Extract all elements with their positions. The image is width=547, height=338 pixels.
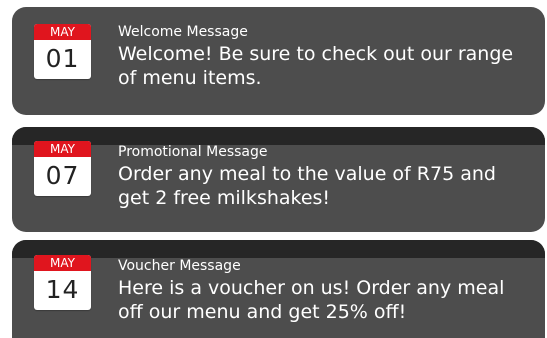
date-month: MAY [34, 24, 91, 40]
message-body: Here is a voucher on us! Order any meal … [118, 277, 505, 323]
date-month: MAY [34, 255, 91, 271]
date-day: 01 [45, 44, 80, 73]
message-card-promotional[interactable]: MAY 07 Promotional Message Order any mea… [12, 127, 545, 232]
message-body: Welcome! Be sure to check out our range … [118, 43, 514, 89]
date-badge: MAY 01 [34, 24, 91, 79]
message-title: Promotional Message [118, 144, 268, 160]
message-card-voucher[interactable]: MAY 14 Voucher Message Here is a voucher… [12, 240, 545, 338]
message-title: Voucher Message [118, 258, 241, 274]
message-content: Promotional Message Order any meal to th… [118, 143, 533, 210]
card-header-strip [12, 240, 545, 258]
date-badge: MAY 14 [34, 255, 91, 310]
date-badge: MAY 07 [34, 141, 91, 196]
message-content: Welcome Message Welcome! Be sure to chec… [118, 23, 533, 90]
message-list: MAY 01 Welcome Message Welcome! Be sure … [0, 0, 547, 338]
message-body: Order any meal to the value of R75 and g… [118, 163, 496, 209]
date-day: 07 [45, 161, 80, 190]
message-content: Voucher Message Here is a voucher on us!… [118, 257, 533, 324]
date-day: 14 [45, 275, 80, 304]
message-card-welcome[interactable]: MAY 01 Welcome Message Welcome! Be sure … [12, 7, 545, 115]
message-title: Welcome Message [118, 24, 248, 40]
date-month: MAY [34, 141, 91, 157]
